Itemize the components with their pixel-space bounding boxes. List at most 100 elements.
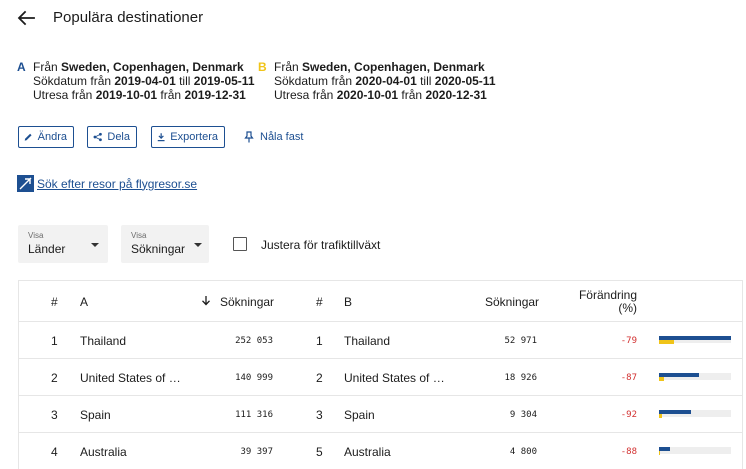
bar-a [659,447,671,451]
out-prefix: Utresa från [33,88,96,102]
rank-a: 4 [51,445,58,459]
download-icon [157,133,165,142]
destination-b: Thailand [344,334,391,348]
arrow-left-icon [17,10,35,26]
search-to: 2019-05-11 [193,74,255,88]
header-searches-b[interactable]: Sökningar [485,295,539,309]
table-row[interactable]: 2 United States of … 140 999 2 United States… [19,358,742,395]
search-mid: till [175,74,194,88]
query-a-origin-line: Från Sweden, Copenhagen, Denmark [33,60,255,74]
destination-b: United States of … [344,371,445,385]
search-to: 2020-05-11 [434,74,496,88]
rank-b: 5 [316,445,323,459]
out-to: 2019-12-31 [184,88,246,102]
table-row[interactable]: 1 Thailand 252 053 1 Thailand 52 971 -79 [19,321,742,358]
bar-b [659,414,662,418]
select-value: Sökningar [131,242,186,256]
query-a-outbound-dates: Utresa från 2019-10-01 från 2019-12-31 [33,88,255,102]
searches-a: 39 397 [240,447,273,457]
comparison-bar [659,410,731,418]
destination-a: United States of … [80,371,181,385]
share-icon [93,132,102,142]
destination-a: Australia [80,445,127,459]
share-label: Dela [107,131,130,143]
query-b-search-dates: Sökdatum från 2020-04-01 till 2020-05-11 [274,74,496,88]
header-searches-a[interactable]: Sökningar [220,295,274,309]
select-label: Visa [28,231,44,240]
rank-b: 1 [316,334,323,348]
bar-b [659,451,661,455]
search-link-text: Sök efter resor på flygresor.se [37,176,198,191]
search-mid: till [416,74,435,88]
dimension-select[interactable]: Visa Länder [18,225,108,263]
adjust-traffic-checkbox[interactable] [233,237,247,251]
header-change[interactable]: Förändring (%) [567,289,637,315]
out-to: 2020-12-31 [425,88,487,102]
header-name-a[interactable]: A [80,295,88,309]
searches-a: 252 053 [235,336,273,346]
bar-b [659,377,665,381]
rank-a: 3 [51,408,58,422]
back-button[interactable] [16,9,36,27]
query-a-search-dates: Sökdatum från 2019-04-01 till 2019-05-11 [33,74,255,88]
query-a-origin: Sweden, Copenhagen, Denmark [61,60,244,74]
destination-b: Australia [344,445,391,459]
caret-down-icon [194,243,202,247]
airplane-icon [17,175,34,192]
share-button[interactable]: Dela [87,126,137,148]
pencil-icon [24,133,32,141]
search-from: 2019-04-01 [114,74,176,88]
destination-a: Thailand [80,334,127,348]
export-button[interactable]: Exportera [151,126,225,148]
query-b-origin: Sweden, Copenhagen, Denmark [302,60,485,74]
comparison-bar [659,447,731,455]
destinations-table: # A Sökningar # B Sökningar Förändring (… [18,280,743,469]
change-percent: -87 [620,373,637,383]
adjust-traffic-label: Justera för trafiktillväxt [261,238,381,252]
edit-label: Ändra [37,131,67,143]
header-rank-a: # [51,295,58,309]
rank-a: 1 [51,334,58,348]
table-row[interactable]: 3 Spain 111 316 3 Spain 9 304 -92 [19,395,742,432]
change-percent: -88 [620,447,637,457]
out-mid: från [157,88,185,102]
searches-b: 52 971 [504,336,537,346]
query-b-outbound-dates: Utresa från 2020-10-01 från 2020-12-31 [274,88,496,102]
rank-a: 2 [51,371,58,385]
comparison-bar [659,373,731,381]
destination-a: Spain [80,408,111,422]
change-percent: -79 [620,336,637,346]
search-from: 2020-04-01 [355,74,417,88]
pin-button[interactable]: Nåla fast [244,126,303,148]
bar-a [659,410,691,414]
searches-a: 111 316 [235,410,273,420]
out-from: 2020-10-01 [336,88,399,102]
out-prefix: Utresa från [274,88,337,102]
from-prefix: Från [274,60,303,74]
search-prefix: Sökdatum från [274,74,356,88]
destination-b: Spain [344,408,375,422]
table-row[interactable]: 4 Australia 39 397 5 Australia 4 800 -88 [19,432,742,469]
metric-select[interactable]: Visa Sökningar [121,225,209,263]
query-a-letter: A [17,60,26,74]
flygresor-search-link[interactable]: Sök efter resor på flygresor.se [17,175,197,192]
edit-button[interactable]: Ändra [18,126,74,148]
comparison-bar [659,336,731,344]
rank-b: 2 [316,371,323,385]
caret-down-icon [91,243,99,247]
page-title: Populära destinationer [53,9,204,26]
search-prefix: Sökdatum från [33,74,115,88]
query-b-letter: B [258,60,267,74]
out-mid: från [398,88,426,102]
pin-icon [244,131,254,143]
header-name-b[interactable]: B [344,295,352,309]
from-prefix: Från [33,60,62,74]
top-bar: Populära destinationer [0,0,746,36]
change-percent: -92 [620,410,637,420]
out-from: 2019-10-01 [95,88,158,102]
sort-arrow-down-icon[interactable] [201,295,211,306]
export-label: Exportera [170,131,218,143]
searches-b: 18 926 [504,373,537,383]
query-b-origin-line: Från Sweden, Copenhagen, Denmark [274,60,496,74]
rank-b: 3 [316,408,323,422]
